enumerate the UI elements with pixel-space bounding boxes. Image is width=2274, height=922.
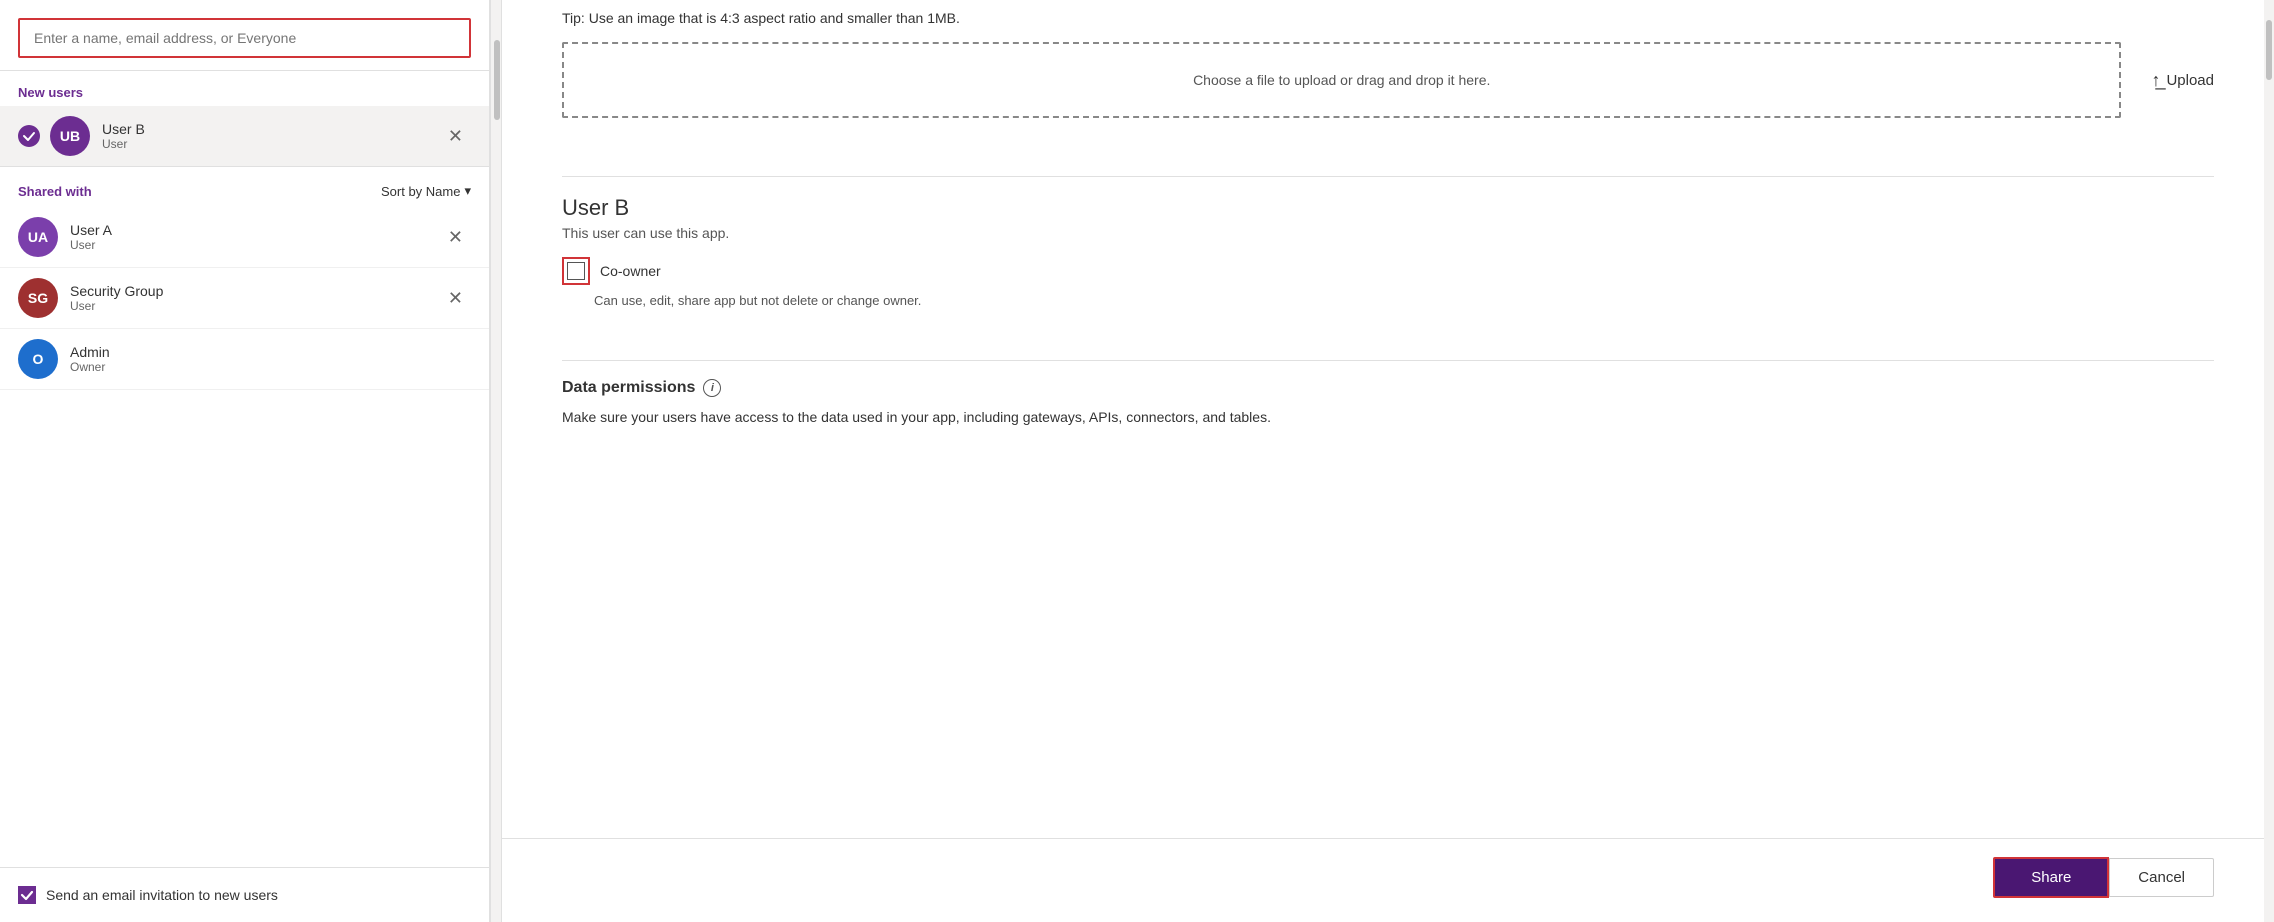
security-group-name: Security Group xyxy=(70,283,440,299)
upload-area-wrapper: Choose a file to upload or drag and drop… xyxy=(562,42,2214,118)
admin-name: Admin xyxy=(70,344,471,360)
send-email-row: Send an email invitation to new users xyxy=(0,867,489,922)
selected-user-role: User xyxy=(102,137,440,151)
security-group-role: User xyxy=(70,299,440,313)
remove-user-a-button[interactable]: ✕ xyxy=(440,224,471,250)
cancel-button[interactable]: Cancel xyxy=(2109,858,2214,897)
info-icon: i xyxy=(703,379,721,397)
data-permissions-section: Data permissions i Make sure your users … xyxy=(562,379,2214,448)
list-item: UA User A User ✕ xyxy=(0,207,489,268)
upload-section: Tip: Use an image that is 4:3 aspect rat… xyxy=(562,0,2214,158)
upload-icon: ↑̲ xyxy=(2151,70,2160,91)
coowner-checkbox[interactable] xyxy=(567,262,585,280)
upload-button-label: Upload xyxy=(2166,72,2214,89)
right-panel: Tip: Use an image that is 4:3 aspect rat… xyxy=(502,0,2274,922)
user-b-name: User B xyxy=(562,195,2214,221)
coowner-label: Co-owner xyxy=(600,263,661,279)
remove-user-b-button[interactable]: ✕ xyxy=(440,123,471,149)
avatar-sg: SG xyxy=(18,278,58,318)
user-a-info: User A User xyxy=(70,222,440,252)
admin-role: Owner xyxy=(70,360,471,374)
check-circle xyxy=(18,125,40,147)
check-icon xyxy=(22,129,36,143)
avatar-admin: O xyxy=(18,339,58,379)
left-panel: New users UB User B User ✕ Shared with S… xyxy=(0,0,490,922)
admin-info: Admin Owner xyxy=(70,344,471,374)
sort-by-label: Sort by Name xyxy=(381,184,460,199)
right-content: Tip: Use an image that is 4:3 aspect rat… xyxy=(502,0,2274,838)
shared-with-header: Shared with Sort by Name ▾ xyxy=(0,167,489,207)
scroll-thumb[interactable] xyxy=(494,40,500,120)
chevron-down-icon: ▾ xyxy=(464,183,471,199)
coowner-checkbox-wrapper[interactable] xyxy=(562,257,590,285)
remove-sg-button[interactable]: ✕ xyxy=(440,285,471,311)
check-icon xyxy=(20,888,34,902)
avatar-ua: UA xyxy=(18,217,58,257)
user-a-role: User xyxy=(70,238,440,252)
data-permissions-title: Data permissions i xyxy=(562,379,2214,397)
shared-with-label: Shared with xyxy=(18,184,92,199)
share-button[interactable]: Share xyxy=(1993,857,2109,898)
send-email-label: Send an email invitation to new users xyxy=(46,887,278,903)
coowner-row: Co-owner xyxy=(562,257,2214,285)
data-permissions-description: Make sure your users have access to the … xyxy=(562,407,2214,428)
sort-by-button[interactable]: Sort by Name ▾ xyxy=(381,183,471,199)
search-input-wrapper xyxy=(0,0,489,71)
right-scrollbar xyxy=(2264,0,2274,922)
new-users-label: New users xyxy=(0,71,489,106)
data-permissions-title-text: Data permissions xyxy=(562,379,695,397)
list-item: O Admin Owner xyxy=(0,329,489,390)
selected-user-row: UB User B User ✕ xyxy=(0,106,489,167)
send-email-checkbox[interactable] xyxy=(18,886,36,904)
search-input[interactable] xyxy=(18,18,471,58)
right-scroll-thumb[interactable] xyxy=(2266,20,2272,80)
user-a-name: User A xyxy=(70,222,440,238)
scrollbar-divider xyxy=(490,0,502,922)
upload-dropzone[interactable]: Choose a file to upload or drag and drop… xyxy=(562,42,2121,118)
upload-button[interactable]: ↑̲ Upload xyxy=(2151,70,2214,91)
section-divider-2 xyxy=(562,360,2214,361)
coowner-hint: Can use, edit, share app but not delete … xyxy=(594,293,2214,308)
tip-text: Tip: Use an image that is 4:3 aspect rat… xyxy=(562,10,2214,26)
user-b-section: User B This user can use this app. Co-ow… xyxy=(562,195,2214,342)
section-divider-1 xyxy=(562,176,2214,177)
avatar-ub: UB xyxy=(50,116,90,156)
selected-user-info: User B User xyxy=(102,121,440,151)
user-b-description: This user can use this app. xyxy=(562,225,2214,241)
selected-user-name: User B xyxy=(102,121,440,137)
list-item: SG Security Group User ✕ xyxy=(0,268,489,329)
bottom-bar: Share Cancel xyxy=(502,838,2274,922)
security-group-info: Security Group User xyxy=(70,283,440,313)
